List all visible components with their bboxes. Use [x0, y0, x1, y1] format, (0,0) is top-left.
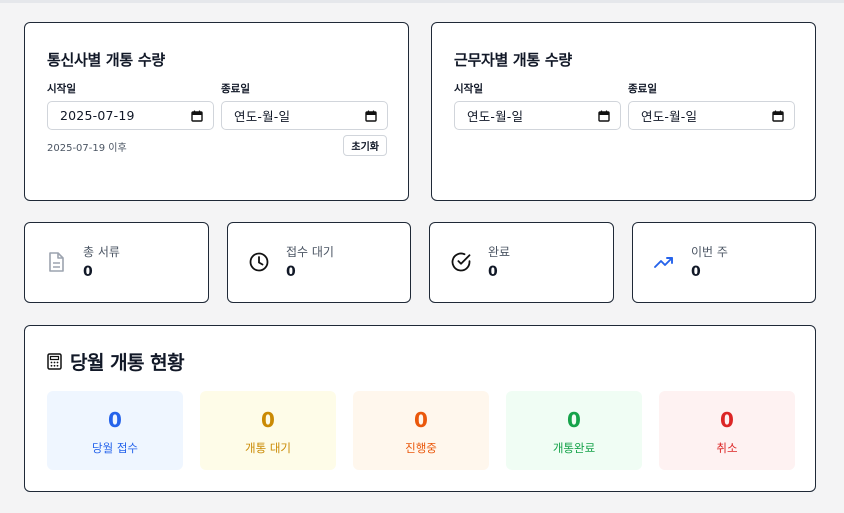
stat-card-this-week: 이번 주 0	[632, 222, 816, 303]
stat-value: 0	[286, 264, 296, 280]
tile-label: 당월 접수	[92, 441, 138, 455]
top-divider	[0, 0, 844, 3]
tile-label: 개통 대기	[245, 441, 291, 455]
monthly-activation-status: 당월 개통 현황 0 당월 접수 0 개통 대기 0 진행중 0 개통완료 0 …	[24, 325, 816, 492]
end-date-input[interactable]: 연도-월-일	[628, 101, 795, 130]
worker-activation-panel: 근무자별 개통 수량 시작일 종료일 연도-월-일 연도-월-일	[431, 22, 816, 201]
calendar-icon[interactable]	[598, 110, 610, 122]
tile-activation-pending: 0 개통 대기	[200, 391, 336, 470]
tile-monthly-received: 0 당월 접수	[47, 391, 183, 470]
calendar-icon[interactable]	[365, 110, 377, 122]
calculator-icon	[47, 353, 62, 370]
tile-label: 취소	[716, 441, 738, 455]
clock-icon	[249, 252, 269, 272]
date-value: 연도-월-일	[234, 109, 291, 124]
date-value: 2025-07-19	[60, 108, 135, 123]
tile-label: 진행중	[405, 441, 437, 455]
start-date-input[interactable]: 2025-07-19	[47, 101, 214, 130]
trending-up-icon	[654, 257, 673, 268]
reset-button[interactable]: 초기화	[343, 135, 387, 156]
tile-value: 0	[567, 408, 581, 432]
start-date-input[interactable]: 연도-월-일	[454, 101, 621, 130]
section-title: 당월 개통 현황	[47, 348, 185, 375]
stat-label: 총 서류	[83, 245, 120, 259]
carrier-activation-panel: 통신사별 개통 수량 시작일 종료일 2025-07-19 연도-월-일 202…	[24, 22, 409, 201]
start-date-label: 시작일	[47, 83, 76, 95]
panel-title: 근무자별 개통 수량	[454, 51, 572, 69]
end-date-input[interactable]: 연도-월-일	[221, 101, 388, 130]
stat-label: 접수 대기	[286, 245, 334, 259]
tile-activation-complete: 0 개통완료	[506, 391, 642, 470]
stat-value: 0	[83, 264, 93, 280]
date-range-hint: 2025-07-19 이후	[47, 143, 127, 154]
check-circle-icon	[451, 252, 471, 272]
start-date-label: 시작일	[454, 83, 483, 95]
stat-value: 0	[691, 264, 701, 280]
stat-card-pending: 접수 대기 0	[227, 222, 411, 303]
stat-value: 0	[488, 264, 498, 280]
stat-card-completed: 완료 0	[429, 222, 614, 303]
date-value: 연도-월-일	[641, 109, 698, 124]
stat-label: 완료	[488, 245, 511, 259]
stat-card-total-documents: 총 서류 0	[24, 222, 209, 303]
tile-value: 0	[108, 408, 122, 432]
panel-title: 통신사별 개통 수량	[47, 51, 165, 69]
date-value: 연도-월-일	[467, 109, 524, 124]
tile-in-progress: 0 진행중	[353, 391, 489, 470]
tile-value: 0	[261, 408, 275, 432]
tile-label: 개통완료	[552, 441, 596, 455]
end-date-label: 종료일	[628, 83, 657, 95]
stat-label: 이번 주	[691, 245, 728, 259]
calendar-icon[interactable]	[191, 110, 203, 122]
end-date-label: 종료일	[221, 83, 250, 95]
section-title-text: 당월 개통 현황	[70, 352, 185, 374]
tile-value: 0	[720, 408, 734, 432]
tile-value: 0	[414, 408, 428, 432]
document-icon	[49, 252, 64, 272]
calendar-icon[interactable]	[772, 110, 784, 122]
tile-cancelled: 0 취소	[659, 391, 795, 470]
